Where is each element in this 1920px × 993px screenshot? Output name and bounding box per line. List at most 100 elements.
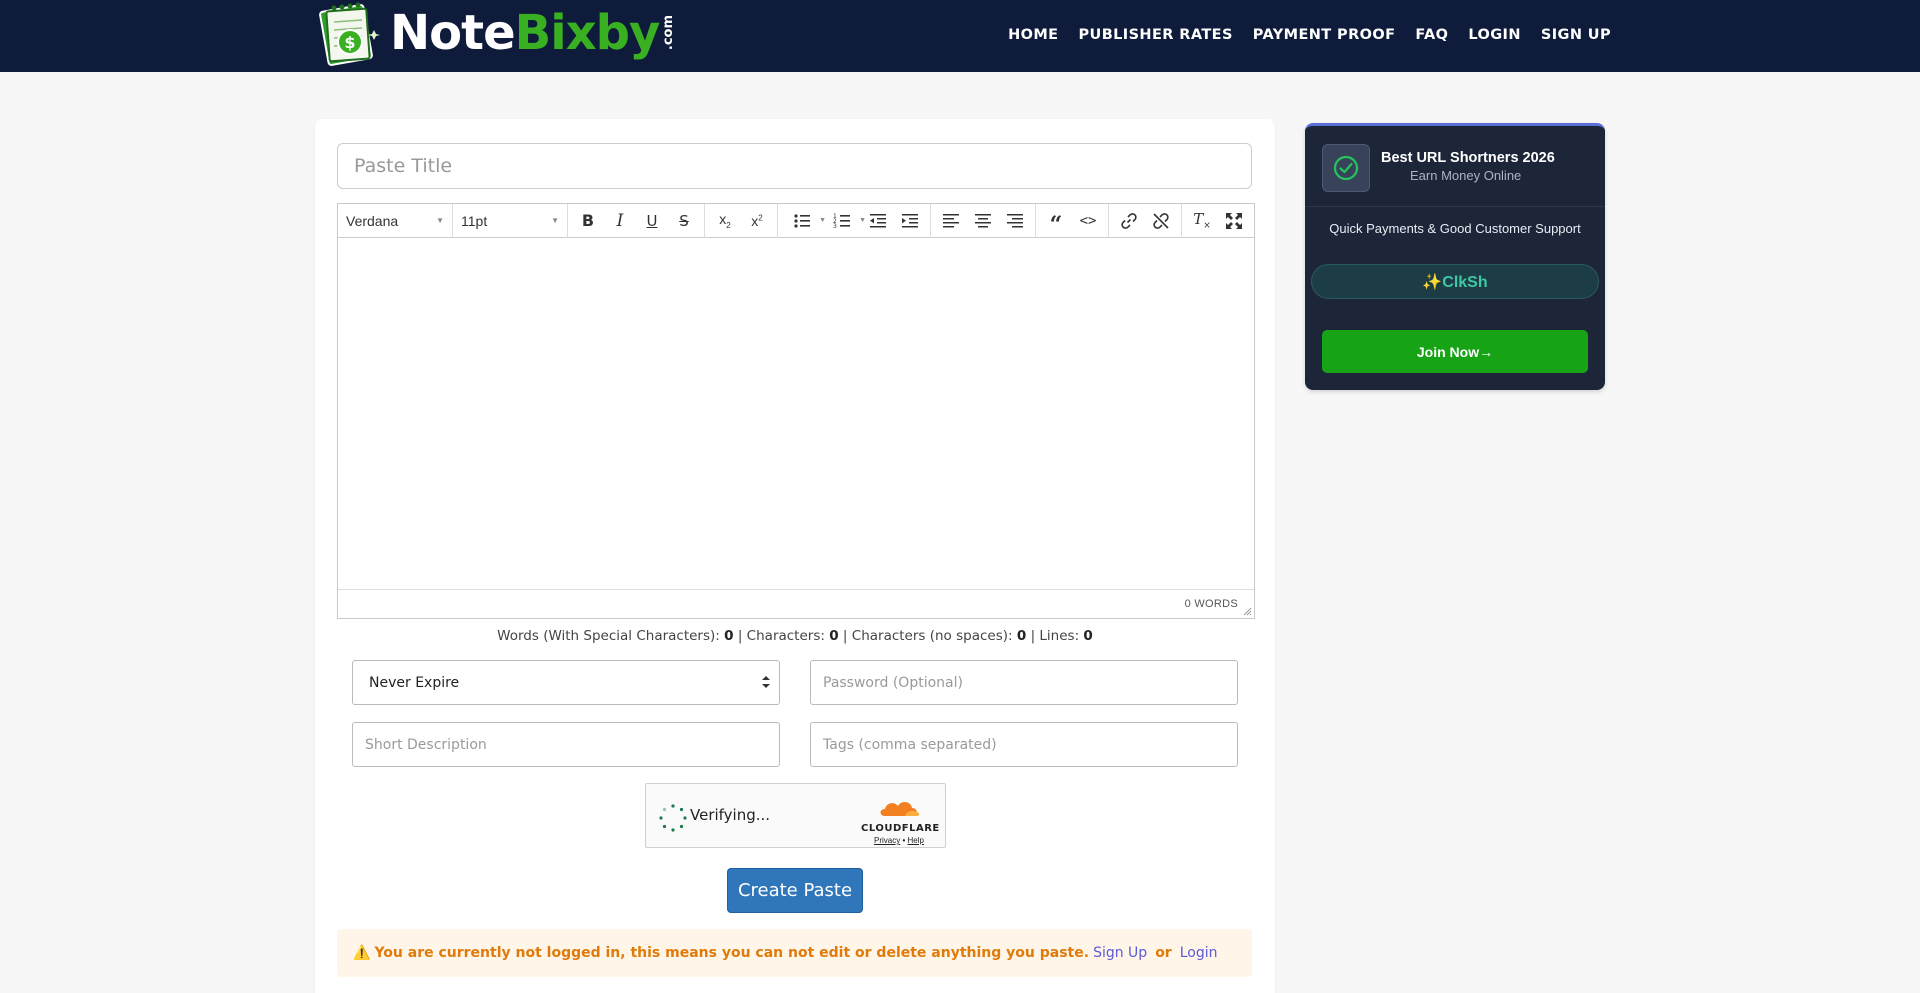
chars-count: 0 [829, 628, 839, 644]
underline-button[interactable]: U [636, 206, 668, 236]
password-input[interactable] [810, 660, 1238, 705]
indent-icon [902, 213, 918, 227]
text-format-group: B I U S [568, 203, 705, 238]
link-separator: • [902, 836, 906, 845]
code-button[interactable]: <> [1072, 206, 1104, 236]
logo-word-note: Note [390, 5, 516, 61]
chars-label: | Characters: [737, 628, 825, 644]
site-logo[interactable]: $ NoteBixby .com [316, 0, 676, 66]
bold-button[interactable]: B [572, 206, 604, 236]
insert-link-button[interactable] [1113, 206, 1145, 236]
chevron-down-icon: ▼ [551, 216, 559, 225]
cloudflare-logo: CLOUDFLARE Privacy • Help [861, 798, 939, 845]
warning-message: You are currently not logged in, this me… [374, 945, 1090, 961]
main-nav: HOME PUBLISHER RATES PAYMENT PROOF FAQ L… [1008, 0, 1611, 70]
bullet-list-icon [794, 213, 810, 228]
ad-subtitle: Earn Money Online [1410, 168, 1522, 183]
cloudflare-turnstile-widget[interactable]: Verifying... CLOUDFLARE Privacy • Help [645, 783, 946, 848]
italic-icon: I [616, 210, 624, 231]
check-circle-icon [1333, 155, 1359, 181]
editor-word-count: 0 WORDS [1184, 598, 1238, 610]
numbered-list-button[interactable]: 123 ▼ [822, 206, 866, 236]
ad-divider [1305, 206, 1605, 207]
logo-text: NoteBixby [390, 9, 660, 57]
expiry-select-wrap: Never Expire [352, 660, 780, 705]
nav-faq[interactable]: FAQ [1415, 27, 1448, 43]
loading-spinner-icon [659, 804, 687, 832]
ad-icon-box [1322, 144, 1370, 192]
align-center-button[interactable] [967, 206, 999, 236]
content-stats: Words (With Special Characters): 0 | Cha… [315, 628, 1275, 644]
outdent-button[interactable] [862, 206, 894, 236]
sidebar-ad: Best URL Shortners 2026 Earn Money Onlin… [1305, 123, 1605, 390]
resize-grip-icon[interactable] [1242, 606, 1252, 616]
nav-home[interactable]: HOME [1008, 27, 1058, 43]
select-arrows-icon [762, 676, 770, 688]
nav-login[interactable]: LOGIN [1468, 27, 1520, 43]
short-description-input[interactable] [352, 722, 780, 767]
verifying-status: Verifying... [690, 806, 771, 824]
warning-login-link[interactable]: Login [1180, 945, 1218, 961]
nav-sign-up[interactable]: SIGN UP [1541, 27, 1611, 43]
words-label: Words (With Special Characters): [497, 628, 720, 644]
join-now-button[interactable]: Join Now→ [1322, 330, 1588, 373]
indent-button[interactable] [894, 206, 926, 236]
expiry-select[interactable]: Never Expire [352, 660, 780, 705]
warning-or: or [1155, 945, 1172, 961]
link-icon [1121, 212, 1137, 229]
nav-payment-proof[interactable]: PAYMENT PROOF [1253, 27, 1396, 43]
clear-format-button[interactable]: T× [1186, 206, 1218, 236]
outdent-icon [870, 213, 886, 227]
chars-nospace-label: | Characters (no spaces): [842, 628, 1013, 644]
align-group [931, 203, 1036, 238]
bold-icon: B [581, 211, 595, 230]
ad-brand-pill[interactable]: ✨ClkSh [1311, 264, 1599, 299]
editor-toolbar: Verdana ▼ 11pt ▼ B I U S x2 x2 ▼ 1 2 3 ▼… [338, 203, 1254, 238]
warning-signup-link[interactable]: Sign Up [1093, 945, 1147, 961]
fullscreen-button[interactable] [1218, 206, 1250, 236]
list-group: ▼ 123 ▼ [778, 203, 931, 238]
strikethrough-button[interactable]: S [668, 206, 700, 236]
chevron-down-icon: ▼ [436, 216, 444, 225]
subscript-button[interactable]: x2 [709, 206, 741, 236]
paste-title-input[interactable] [337, 143, 1252, 189]
editor-content-area[interactable] [338, 239, 1254, 588]
logo-domain: .com [661, 15, 677, 51]
bullet-list-button[interactable]: ▼ [782, 206, 826, 236]
words-count: 0 [724, 628, 734, 644]
link-group [1109, 203, 1182, 238]
italic-button[interactable]: I [604, 206, 636, 236]
lines-label: | Lines: [1030, 628, 1080, 644]
top-navbar: $ NoteBixby .com HOME PUBLISHER RATES PA… [0, 0, 1920, 72]
svg-text:3: 3 [833, 223, 837, 230]
subscript-icon: x2 [719, 211, 731, 230]
blockquote-button[interactable]: “ [1040, 206, 1072, 236]
warning-icon: ⚠️ [353, 945, 371, 961]
tags-input[interactable] [810, 722, 1238, 767]
cloud-icon [880, 802, 920, 816]
create-paste-button[interactable]: Create Paste [727, 868, 863, 913]
align-left-button[interactable] [935, 206, 967, 236]
font-family-value: Verdana [346, 212, 399, 229]
help-link[interactable]: Help [908, 836, 924, 845]
cloudflare-links: Privacy • Help [861, 836, 937, 845]
ad-support-text: Quick Payments & Good Customer Support [1329, 221, 1581, 236]
chars-nospace-count: 0 [1016, 628, 1027, 644]
font-size-dropdown[interactable]: 11pt ▼ [453, 203, 568, 238]
superscript-button[interactable]: x2 [741, 206, 773, 236]
font-family-dropdown[interactable]: Verdana ▼ [338, 203, 453, 238]
clear-format-icon: T× [1193, 210, 1211, 231]
editor-statusbar: 0 WORDS [338, 589, 1254, 618]
align-right-button[interactable] [999, 206, 1031, 236]
remove-link-button[interactable] [1145, 206, 1177, 236]
not-logged-in-warning: ⚠️ You are currently not logged in, this… [337, 929, 1252, 977]
logo-word-bixby: Bixby [514, 5, 661, 61]
ad-title: Best URL Shortners 2026 [1381, 150, 1555, 166]
unlink-icon [1153, 212, 1169, 229]
privacy-link[interactable]: Privacy [874, 836, 900, 845]
strikethrough-icon: S [679, 211, 689, 230]
nav-publisher-rates[interactable]: PUBLISHER RATES [1079, 27, 1233, 43]
block-group: “ <> [1036, 203, 1109, 238]
misc-group: T× [1182, 204, 1254, 238]
paste-form-card: Verdana ▼ 11pt ▼ B I U S x2 x2 ▼ [315, 119, 1275, 993]
